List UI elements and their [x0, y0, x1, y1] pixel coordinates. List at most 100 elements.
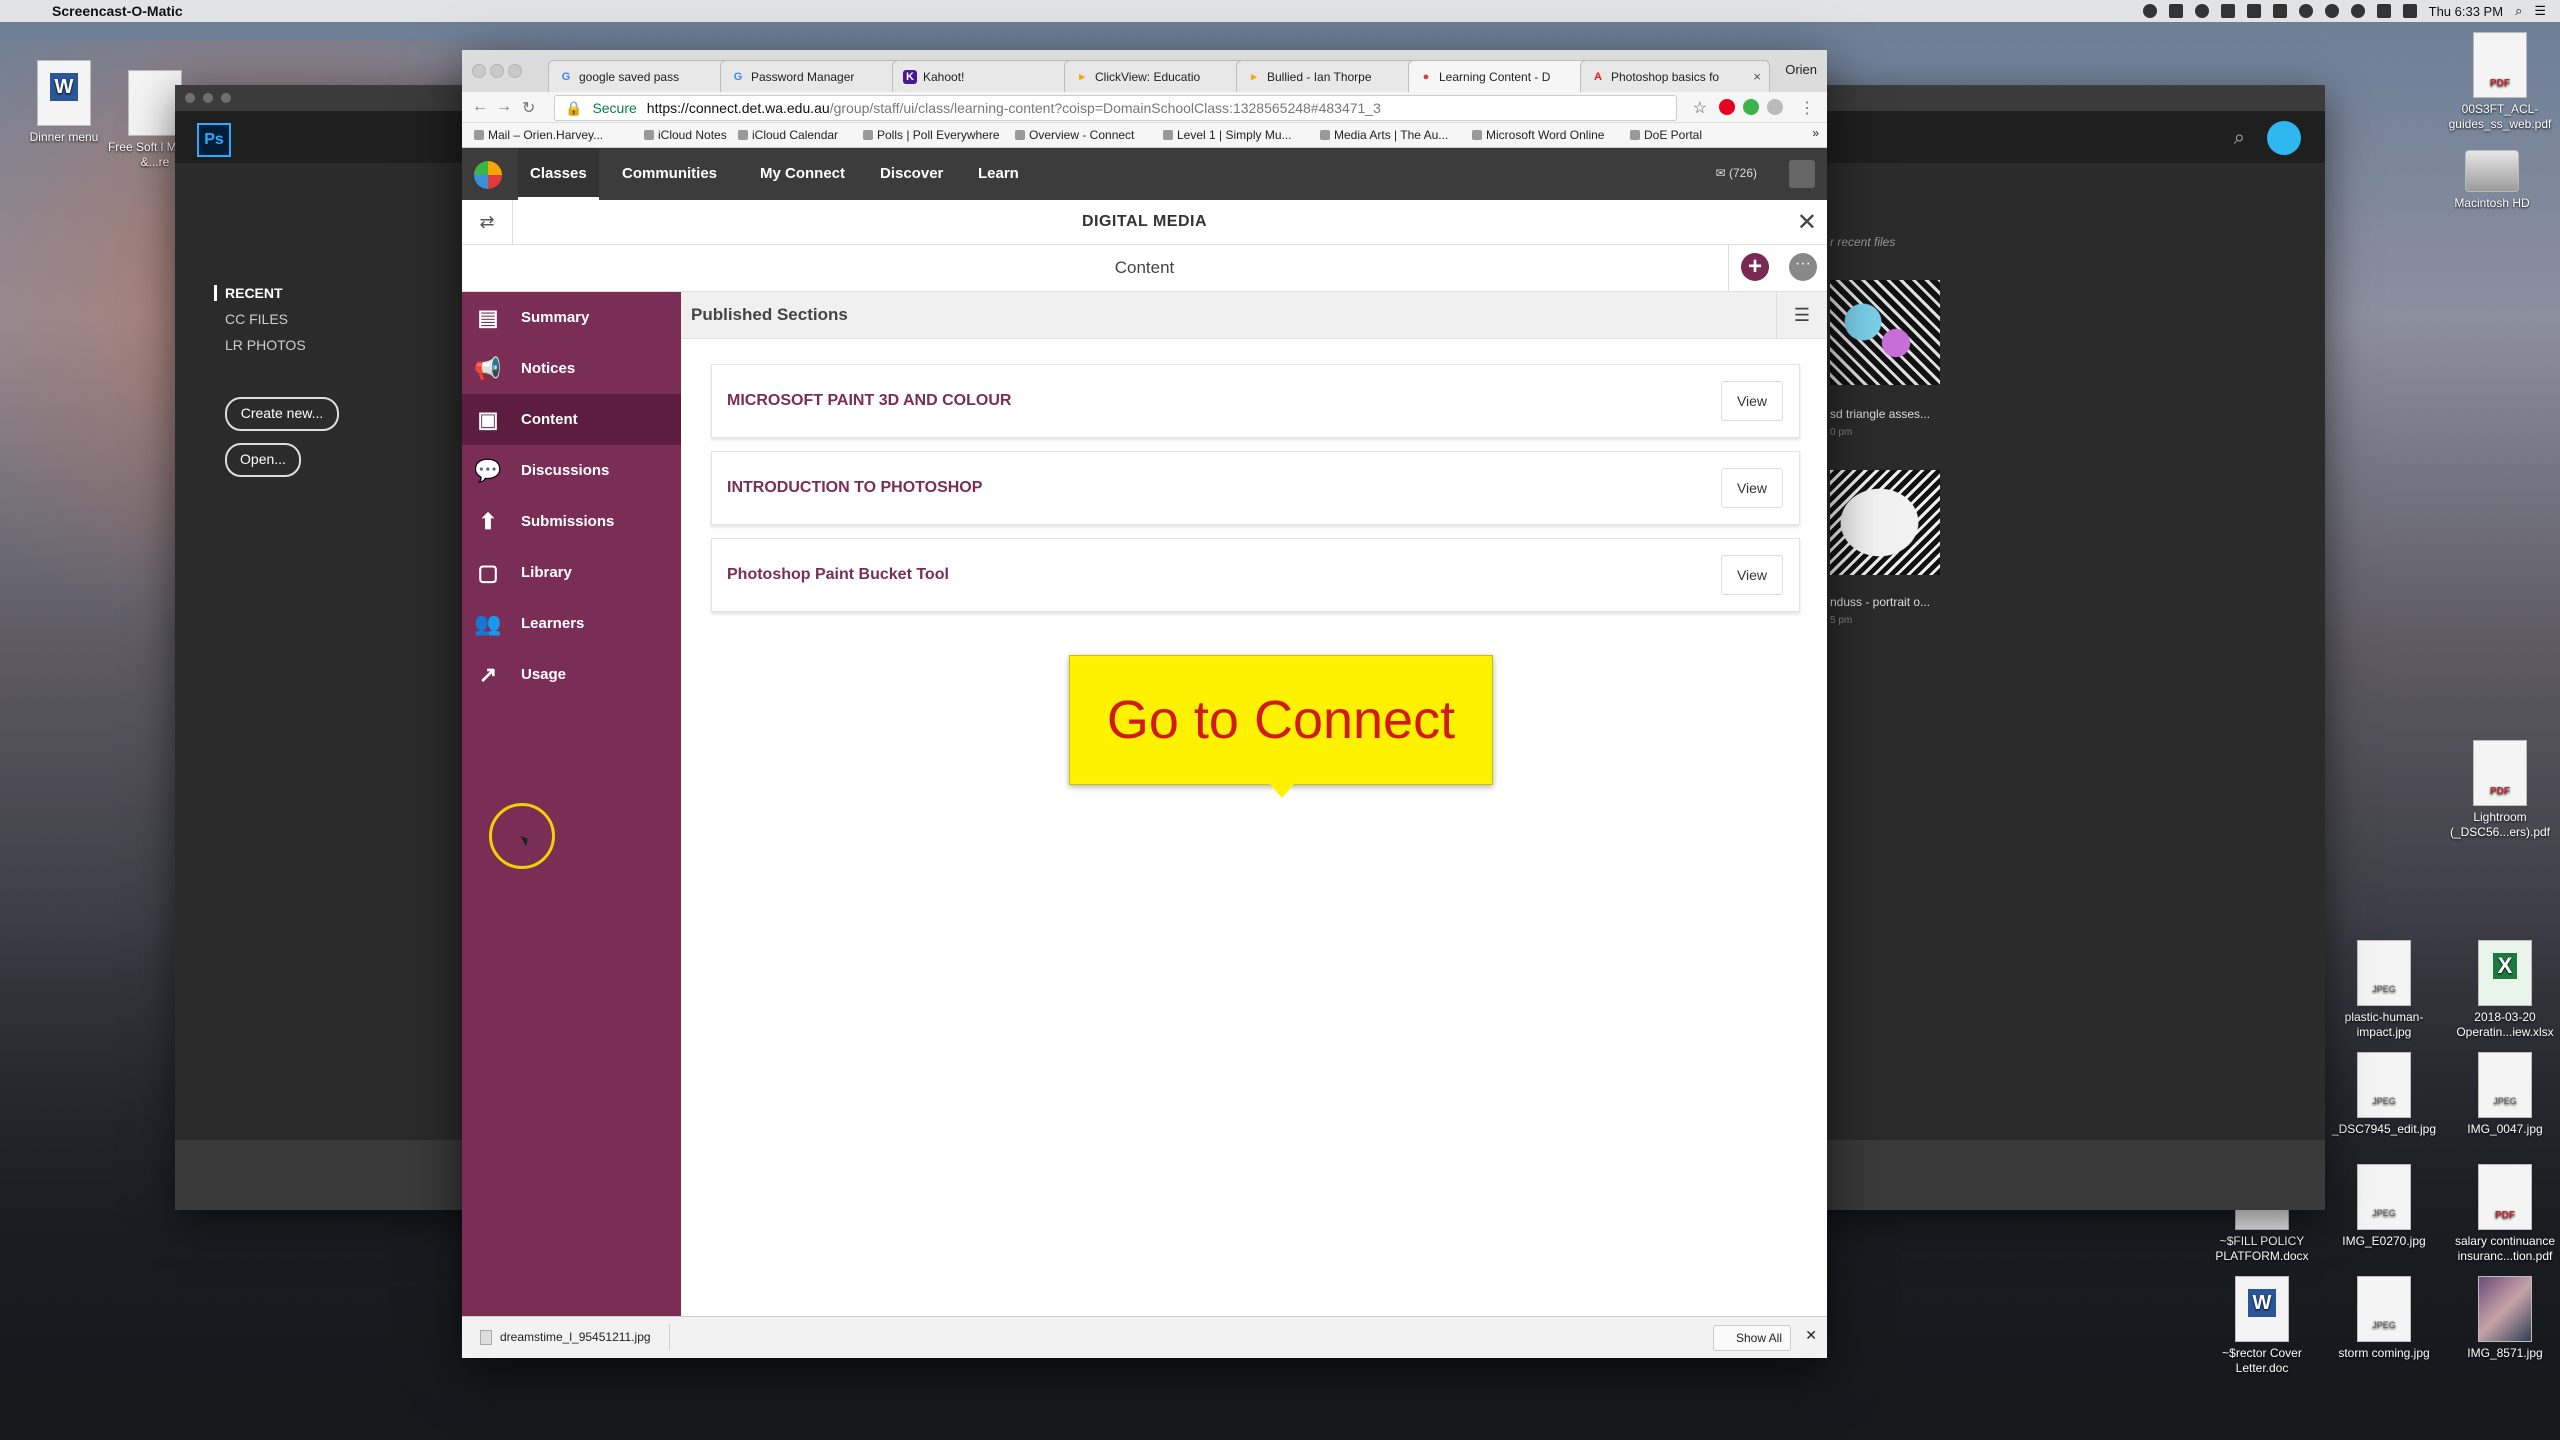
- bookmark-item[interactable]: Overview - Connect: [1015, 128, 1134, 142]
- desktop-file-img-e0270[interactable]: IMG_E0270.jpg: [2324, 1164, 2444, 1249]
- close-icon[interactable]: [185, 93, 195, 103]
- browser-tab[interactable]: Ggoogle saved pass×: [548, 60, 738, 92]
- pinterest-icon[interactable]: [1719, 99, 1735, 115]
- bookmark-item[interactable]: iCloud Notes: [644, 128, 727, 142]
- sidebar-item-usage[interactable]: ↗ Usage: [462, 649, 681, 700]
- desktop-file-img0047[interactable]: IMG_0047.jpg: [2445, 1052, 2560, 1137]
- ps-nav-cc-files[interactable]: CC FILES: [225, 311, 306, 327]
- desktop-file-lightroom[interactable]: Lightroom (_DSC56...ers).pdf: [2440, 740, 2560, 840]
- battery-icon[interactable]: [2402, 4, 2417, 18]
- sidebar-item-summary[interactable]: ▤ Summary: [462, 292, 681, 343]
- show-all-button[interactable]: Show All: [1712, 1325, 1791, 1351]
- zoom-icon[interactable]: [508, 64, 522, 78]
- sidebar-item-discussions[interactable]: 💬 Discussions: [462, 445, 681, 496]
- browser-tab[interactable]: GPassword Manager×: [720, 60, 910, 92]
- collapse-list-icon[interactable]: ☰: [1776, 292, 1827, 338]
- nav-classes[interactable]: Classes: [518, 148, 599, 200]
- ps-nav-lr-photos[interactable]: LR PHOTOS: [225, 337, 306, 353]
- notification-center-icon[interactable]: ☰: [2534, 3, 2546, 19]
- grammarly-icon[interactable]: [1743, 99, 1759, 115]
- close-tab-icon[interactable]: ×: [1753, 61, 1761, 92]
- desktop-file-plastic[interactable]: plastic-human-impact.jpg: [2324, 940, 2444, 1040]
- bookmark-item[interactable]: Mail – Orien.Harvey...: [474, 128, 603, 142]
- bookmark-star-icon[interactable]: ☆: [1693, 98, 1707, 118]
- desktop-file-cover-letter[interactable]: ~$rector Cover Letter.doc: [2202, 1276, 2322, 1376]
- close-icon[interactable]: [472, 64, 486, 78]
- minimize-icon[interactable]: [203, 93, 213, 103]
- search-icon[interactable]: ⌕: [2234, 127, 2245, 150]
- download-item[interactable]: dreamstime_l_95451211.jpg: [470, 1324, 670, 1350]
- create-new-button[interactable]: Create new...: [225, 397, 339, 431]
- desktop-file-operating[interactable]: 2018-03-20 Operatin...iew.xlsx: [2445, 940, 2560, 1040]
- sidebar-item-learners[interactable]: 👥 Learners: [462, 598, 681, 649]
- desktop-file-dsc7945[interactable]: _DSC7945_edit.jpg: [2324, 1052, 2444, 1137]
- ps-nav-recent[interactable]: RECENT: [214, 285, 306, 301]
- sidebar-item-submissions[interactable]: ⬆ Submissions: [462, 496, 681, 547]
- screencast-icon[interactable]: [2220, 4, 2235, 18]
- nav-discover[interactable]: Discover: [868, 148, 955, 200]
- browser-tab[interactable]: A Photoshop basics fo ×: [1580, 60, 1770, 92]
- user-icon[interactable]: [1789, 160, 1815, 188]
- clock[interactable]: Thu 6:33 PM: [2429, 4, 2503, 19]
- record-icon[interactable]: [2142, 4, 2157, 18]
- tools-icon[interactable]: ✕: [1797, 208, 1817, 237]
- switch-class-icon[interactable]: ⇄: [462, 200, 513, 244]
- view-button[interactable]: View: [1721, 468, 1783, 508]
- airplay-icon[interactable]: [2272, 4, 2287, 18]
- recent-file-thumb[interactable]: [1830, 280, 1940, 385]
- nav-learn[interactable]: Learn: [966, 148, 1031, 200]
- section-title[interactable]: INTRODUCTION TO PHOTOSHOP: [727, 452, 982, 524]
- time-machine-icon[interactable]: [2298, 4, 2313, 18]
- section-title[interactable]: MICROSOFT PAINT 3D AND COLOUR: [727, 365, 1011, 437]
- creative-cloud-icon[interactable]: [2194, 4, 2209, 18]
- close-icon[interactable]: ✕: [1805, 1327, 1817, 1344]
- sidebar-item-library[interactable]: ▢ Library: [462, 547, 681, 598]
- browser-tab[interactable]: KKahoot!×: [892, 60, 1082, 92]
- active-app-name[interactable]: Screencast-O-Matic: [52, 3, 183, 19]
- bookmark-item[interactable]: Level 1 | Simply Mu...: [1163, 128, 1292, 142]
- section-card[interactable]: MICROSOFT PAINT 3D AND COLOUR View: [711, 364, 1800, 438]
- browser-tab[interactable]: ▸Bullied - Ian Thorpe×: [1236, 60, 1426, 92]
- more-bookmarks[interactable]: »: [1812, 126, 1819, 140]
- connect-logo[interactable]: [474, 161, 502, 189]
- back-icon[interactable]: ←: [472, 98, 488, 116]
- desktop-file-salary[interactable]: salary continuance insuranc...tion.pdf: [2445, 1164, 2560, 1264]
- more-options-icon[interactable]: ···: [1789, 253, 1817, 281]
- recent-file-thumb[interactable]: [1830, 470, 1940, 575]
- minimize-icon[interactable]: [490, 64, 504, 78]
- desktop-file-img8571[interactable]: IMG_8571.jpg: [2445, 1276, 2560, 1361]
- desktop-file-storm[interactable]: storm coming.jpg: [2324, 1276, 2444, 1361]
- section-title[interactable]: Photoshop Paint Bucket Tool: [727, 539, 949, 611]
- url-input[interactable]: 🔒 Secure https://connect.det.wa.edu.au/gro…: [554, 95, 1677, 121]
- extension-icon[interactable]: [1767, 99, 1783, 115]
- avatar[interactable]: [2267, 121, 2301, 155]
- sidebar-item-content[interactable]: ▣ Content: [462, 394, 681, 445]
- reload-icon[interactable]: ↻: [522, 98, 535, 118]
- open-button[interactable]: Open...: [225, 443, 301, 477]
- wifi-icon[interactable]: [2350, 4, 2365, 18]
- section-card[interactable]: INTRODUCTION TO PHOTOSHOP View: [711, 451, 1800, 525]
- dropbox-icon[interactable]: [2168, 4, 2183, 18]
- desktop-drive-macintosh-hd[interactable]: Macintosh HD: [2432, 130, 2552, 211]
- menu-icon[interactable]: ⋮: [1799, 98, 1815, 118]
- browser-tab[interactable]: ▸ClickView: Educatio×: [1064, 60, 1254, 92]
- view-button[interactable]: View: [1721, 381, 1783, 421]
- bookmark-item[interactable]: Polls | Poll Everywhere: [863, 128, 1000, 142]
- section-card[interactable]: Photoshop Paint Bucket Tool View: [711, 538, 1800, 612]
- nav-my-connect[interactable]: My Connect: [748, 148, 857, 200]
- browser-tab-active[interactable]: ●Learning Content - D×: [1408, 60, 1598, 92]
- volume-icon[interactable]: [2376, 4, 2391, 18]
- bookmark-item[interactable]: Media Arts | The Au...: [1320, 128, 1448, 142]
- add-icon[interactable]: +: [1741, 253, 1769, 281]
- messages-icon[interactable]: [2246, 4, 2261, 18]
- mail-link[interactable]: ✉ (726): [1716, 166, 1757, 180]
- bookmark-item[interactable]: DoE Portal: [1630, 128, 1702, 142]
- zoom-icon[interactable]: [221, 93, 231, 103]
- desktop-file-acl-guides[interactable]: 00S3FT_ACL-guides_ss_web.pdf: [2440, 32, 2560, 132]
- bluetooth-icon[interactable]: [2324, 4, 2339, 18]
- sidebar-item-notices[interactable]: 📢 Notices: [462, 343, 681, 394]
- nav-communities[interactable]: Communities: [610, 148, 729, 200]
- profile-name[interactable]: Orien: [1785, 62, 1817, 77]
- view-button[interactable]: View: [1721, 555, 1783, 595]
- bookmark-item[interactable]: iCloud Calendar: [738, 128, 838, 142]
